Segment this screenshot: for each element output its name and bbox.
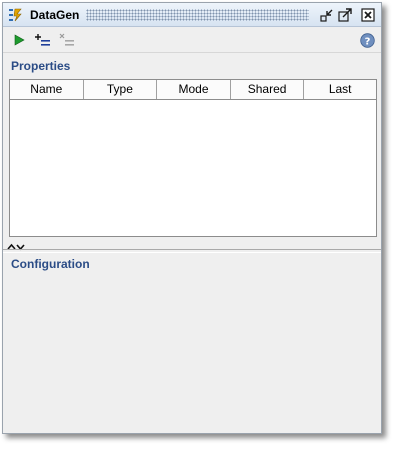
title-bar[interactable]: DataGen	[3, 3, 381, 27]
add-property-icon[interactable]	[35, 32, 51, 48]
column-header-type[interactable]: Type	[83, 80, 158, 99]
section-splitter[interactable]	[3, 249, 381, 253]
restore-icon[interactable]	[319, 7, 335, 23]
run-icon[interactable]	[11, 32, 27, 48]
table-body	[10, 100, 376, 238]
properties-table[interactable]: Name Type Mode Shared Last	[9, 79, 377, 237]
column-header-mode[interactable]: Mode	[157, 80, 231, 99]
table-header: Name Type Mode Shared Last	[10, 80, 376, 100]
column-header-shared[interactable]: Shared	[230, 80, 305, 99]
column-header-last[interactable]: Last	[304, 80, 376, 99]
configuration-area	[3, 275, 381, 433]
window-title: DataGen	[30, 8, 80, 22]
remove-property-icon[interactable]	[59, 32, 75, 48]
toolbar: ?	[3, 28, 381, 53]
maximize-icon[interactable]	[337, 7, 353, 23]
column-header-name[interactable]: Name	[10, 80, 84, 99]
drag-grip[interactable]	[86, 9, 309, 21]
help-icon[interactable]: ?	[359, 32, 375, 48]
svg-text:?: ?	[364, 36, 370, 47]
properties-title: Properties	[11, 59, 71, 73]
close-icon[interactable]	[360, 7, 376, 23]
datagen-panel: DataGen ? Properties Name Type Mode Shar…	[2, 2, 382, 434]
configuration-title: Configuration	[11, 257, 90, 271]
datagen-app-icon	[9, 8, 23, 22]
